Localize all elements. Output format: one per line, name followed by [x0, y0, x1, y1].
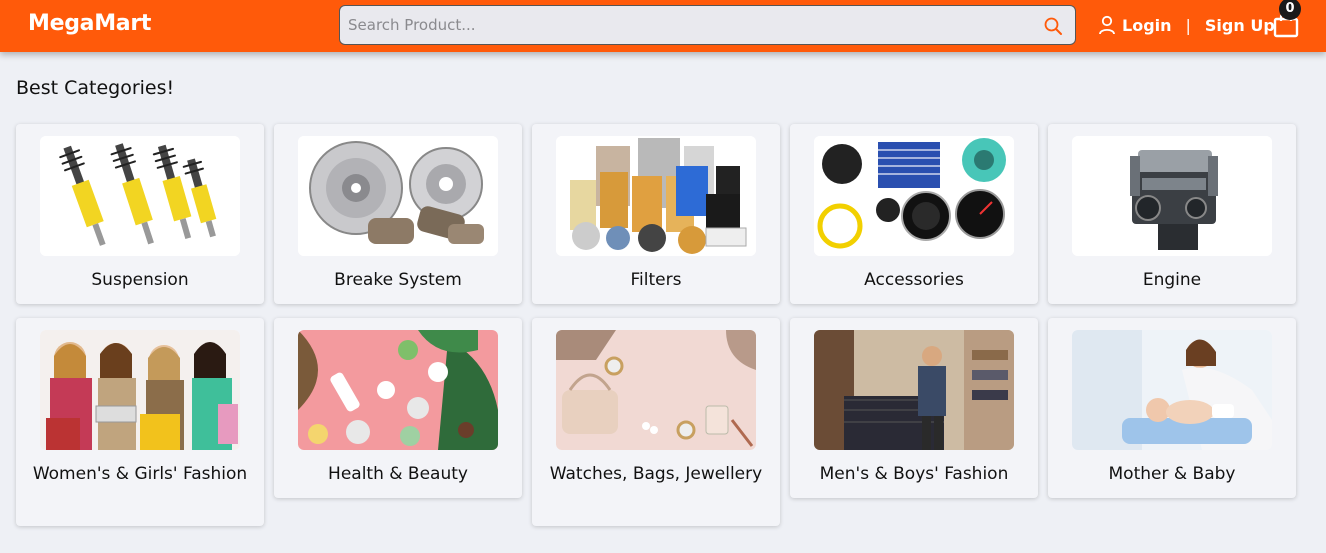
signup-link[interactable]: Sign Up: [1205, 16, 1275, 35]
category-card-suspension[interactable]: Suspension: [16, 124, 264, 304]
engine-image: [1072, 136, 1272, 256]
category-label: Engine: [1142, 270, 1202, 290]
accessories-image: [814, 136, 1014, 256]
category-card-watches-bags[interactable]: Watches, Bags, Jewellery: [532, 318, 780, 526]
category-card-mother-baby[interactable]: Mother & Baby: [1048, 318, 1296, 498]
watches-bags-image: [556, 330, 756, 450]
category-card-filters[interactable]: Filters: [532, 124, 780, 304]
mens-fashion-image: [814, 330, 1014, 450]
category-card-brake-system[interactable]: Breake System: [274, 124, 522, 304]
auth-links: Login | Sign Up: [1098, 13, 1275, 37]
category-label: Mother & Baby: [1108, 464, 1236, 484]
category-label: Men's & Boys' Fashion: [819, 464, 1009, 484]
category-card-mens-fashion[interactable]: Men's & Boys' Fashion: [790, 318, 1038, 498]
search-input[interactable]: [340, 6, 1030, 44]
category-label: Accessories: [864, 270, 964, 290]
category-card-engine[interactable]: Engine: [1048, 124, 1296, 304]
category-label: Filters: [630, 270, 682, 290]
user-icon: [1099, 15, 1115, 35]
search-bar: [339, 5, 1076, 45]
womens-fashion-image: [40, 330, 240, 450]
search-icon[interactable]: [1043, 16, 1063, 36]
login-link[interactable]: Login: [1122, 16, 1172, 35]
health-beauty-image: [298, 330, 498, 450]
top-navbar: MegaMart Login | Sign Up 0: [0, 0, 1326, 52]
category-card-health-beauty[interactable]: Health & Beauty: [274, 318, 522, 498]
suspension-image: [40, 136, 240, 256]
brand-logo[interactable]: MegaMart: [28, 11, 151, 36]
auth-separator: |: [1185, 15, 1191, 35]
category-card-womens-fashion[interactable]: Women's & Girls' Fashion: [16, 318, 264, 526]
filters-image: [556, 136, 756, 256]
category-label: Suspension: [91, 270, 189, 290]
section-title: Best Categories!: [16, 77, 175, 99]
category-label: Breake System: [334, 270, 462, 290]
category-label: Women's & Girls' Fashion: [32, 464, 248, 484]
category-card-accessories[interactable]: Accessories: [790, 124, 1038, 304]
category-label: Health & Beauty: [328, 464, 468, 484]
brake-system-image: [298, 136, 498, 256]
category-label: Watches, Bags, Jewellery: [549, 464, 763, 484]
mother-baby-image: [1072, 330, 1272, 450]
